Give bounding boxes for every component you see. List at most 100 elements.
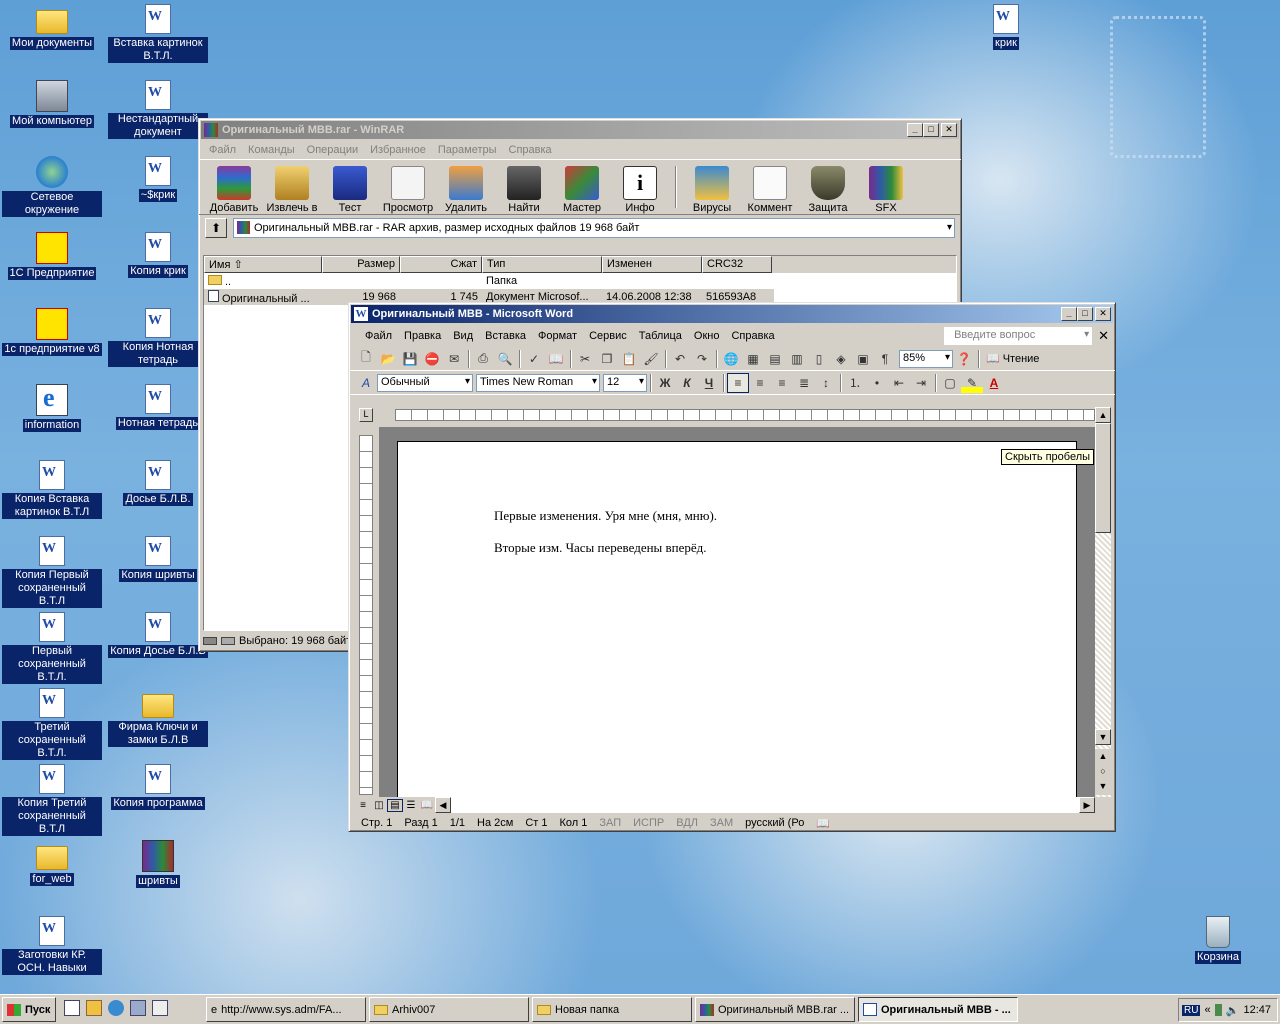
scroll-thumb[interactable]	[1095, 423, 1111, 533]
virus-scan-button[interactable]: Вирусы	[683, 162, 741, 214]
status-track[interactable]: ИСПР	[633, 817, 664, 829]
word-menu-edit[interactable]: Правка	[398, 330, 447, 342]
minimize-button[interactable]: _	[1061, 307, 1077, 321]
maximize-button[interactable]: □	[923, 123, 939, 137]
info-button[interactable]: i Инфо	[611, 162, 669, 214]
desktop-icon-1c[interactable]: 1С Предприятие	[2, 232, 102, 280]
taskbar-task-new-folder[interactable]: Новая папка	[532, 997, 692, 1022]
desktop-icon-vstavka-kartinok[interactable]: Вставка картинок В.Т.Л.	[108, 4, 208, 63]
tables-borders-icon[interactable]: ▦	[742, 349, 764, 369]
reading-mode-button[interactable]: 📖 Чтение	[982, 352, 1043, 366]
pilcrow-icon[interactable]: ¶	[874, 349, 896, 369]
word-titlebar[interactable]: W Оригинальный МВВ - Microsoft Word _ □ …	[351, 305, 1113, 323]
desktop-icon-kopiya-programma[interactable]: Копия программа	[108, 764, 208, 810]
reading-view-icon[interactable]: 📖	[419, 800, 435, 811]
hyperlink-icon[interactable]: 🌐	[720, 349, 742, 369]
file-row[interactable]: .. Папка	[204, 273, 956, 289]
desktop-icon-kopiya-pervy[interactable]: Копия Первый сохраненный В.Т.Л	[2, 536, 102, 608]
web-view-icon[interactable]: ◫	[371, 800, 387, 811]
horizontal-scrollbar[interactable]: ≡ ◫ ▤ ☰ 📖 ◀ ▶	[355, 797, 1095, 813]
desktop-icon-pervy[interactable]: Первый сохраненный В.Т.Л.	[2, 612, 102, 684]
winrar-menu-commands[interactable]: Команды	[242, 144, 301, 156]
status-language[interactable]: русский (Ро	[745, 817, 804, 829]
justify-icon[interactable]: ≣	[793, 373, 815, 393]
volume-icon[interactable]: 🔈	[1226, 1004, 1240, 1017]
winrar-menu-favorites[interactable]: Избранное	[364, 144, 432, 156]
comment-button[interactable]: Коммент	[741, 162, 799, 214]
add-button[interactable]: Добавить	[205, 162, 263, 214]
bullets-icon[interactable]: •	[866, 373, 888, 393]
word-menu-insert[interactable]: Вставка	[479, 330, 532, 342]
sfx-button[interactable]: SFX	[857, 162, 915, 214]
desktop-icon-nestandartny[interactable]: Нестандартный документ	[108, 80, 208, 139]
borders-icon[interactable]: ▢	[939, 373, 961, 393]
word-menu-window[interactable]: Окно	[688, 330, 726, 342]
desktop-icon-shrivty[interactable]: шривты	[108, 840, 208, 888]
insert-table-icon[interactable]: ▤	[764, 349, 786, 369]
wizard-button[interactable]: Мастер	[553, 162, 611, 214]
style-select[interactable]: Обычный	[377, 373, 473, 392]
word-menu-help[interactable]: Справка	[725, 330, 780, 342]
outlook-icon[interactable]	[130, 1000, 146, 1016]
new-document-icon[interactable]: 🗋	[355, 349, 377, 369]
close-button[interactable]: ✕	[1095, 307, 1111, 321]
select-browse-object-icon[interactable]: ▲ ○ ▼	[1095, 749, 1111, 795]
copy-icon[interactable]: ❐	[596, 349, 618, 369]
taskbar-task-browser[interactable]: e http://www.sys.adm/FA...	[206, 997, 366, 1022]
up-folder-button[interactable]: ⬆	[205, 218, 227, 238]
bold-button[interactable]: Ж	[654, 373, 676, 393]
align-left-icon[interactable]: ≡	[727, 372, 749, 393]
underline-button[interactable]: Ч	[698, 373, 720, 393]
notepad-icon[interactable]	[152, 1000, 168, 1016]
spelling-status-icon[interactable]: 📖	[816, 817, 830, 830]
zoom-select[interactable]: 85%	[899, 349, 953, 368]
pen-icon[interactable]	[86, 1000, 102, 1016]
winrar-menu-file[interactable]: Файл	[203, 144, 242, 156]
desktop-icon-kopiya-vstavka[interactable]: Копия Вставка картинок В.Т.Л	[2, 460, 102, 519]
desktop-icon-dosye[interactable]: Досье Б.Л.В.	[108, 460, 208, 506]
align-center-icon[interactable]: ≡	[749, 373, 771, 393]
document-page[interactable]: Первые изменения. Уря мне (мня, мню). Вт…	[397, 441, 1077, 797]
winrar-menu-help[interactable]: Справка	[503, 144, 558, 156]
word-menu-view[interactable]: Вид	[447, 330, 479, 342]
archive-path-combo[interactable]: Оригинальный МВВ.rar - RAR архив, размер…	[233, 218, 955, 238]
highlight-icon[interactable]: ✎	[961, 372, 983, 393]
scroll-up-arrow[interactable]: ▲	[1095, 407, 1111, 423]
scroll-left-arrow[interactable]: ◀	[435, 797, 451, 813]
document-paragraph-2[interactable]: Вторые изм. Часы переведены вперёд.	[494, 540, 707, 556]
status-extend[interactable]: ВДЛ	[676, 817, 698, 829]
numbering-icon[interactable]: ⒈	[844, 373, 866, 393]
spelling-icon[interactable]: ✓	[523, 349, 545, 369]
extract-button[interactable]: Извлечь в	[263, 162, 321, 214]
test-button[interactable]: Тест	[321, 162, 379, 214]
document-paragraph-1[interactable]: Первые изменения. Уря мне (мня, мню).	[494, 508, 717, 524]
styles-pane-icon[interactable]: A	[355, 373, 377, 393]
increase-indent-icon[interactable]: ⇥	[910, 373, 932, 393]
safely-remove-hardware-icon[interactable]	[1214, 1004, 1222, 1016]
print-preview-icon[interactable]: 🔍	[494, 349, 516, 369]
winrar-menu-operations[interactable]: Операции	[301, 144, 364, 156]
print-layout-icon[interactable]: ▤	[387, 798, 403, 812]
word-menu-format[interactable]: Формат	[532, 330, 583, 342]
font-select[interactable]: Times New Roman	[476, 373, 600, 392]
word-menu-table[interactable]: Таблица	[633, 330, 688, 342]
tray-expand-icon[interactable]: «	[1204, 1004, 1210, 1016]
scroll-down-arrow[interactable]: ▼	[1095, 729, 1111, 745]
cut-icon[interactable]: ✂	[574, 349, 596, 369]
horizontal-ruler[interactable]: L	[359, 407, 1095, 423]
normal-view-icon[interactable]: ≡	[355, 800, 371, 811]
column-modified[interactable]: Изменен	[602, 256, 702, 273]
help-icon[interactable]: ❓	[953, 349, 975, 369]
column-size[interactable]: Размер	[322, 256, 400, 273]
scroll-right-arrow[interactable]: ▶	[1079, 797, 1095, 813]
status-overtype[interactable]: ЗАМ	[710, 817, 733, 829]
vertical-ruler[interactable]	[359, 435, 373, 795]
desktop-icon-information[interactable]: information	[2, 383, 102, 432]
close-doc-icon[interactable]: ✕	[1092, 328, 1115, 344]
desktop-icon-firma[interactable]: Фирма Ключи и замки Б.Л.В	[108, 688, 208, 747]
close-button[interactable]: ✕	[941, 123, 957, 137]
column-type[interactable]: Тип	[482, 256, 602, 273]
show-desktop-icon[interactable]	[64, 1000, 80, 1016]
save-icon[interactable]: 💾	[399, 349, 421, 369]
align-right-icon[interactable]: ≡	[771, 373, 793, 393]
